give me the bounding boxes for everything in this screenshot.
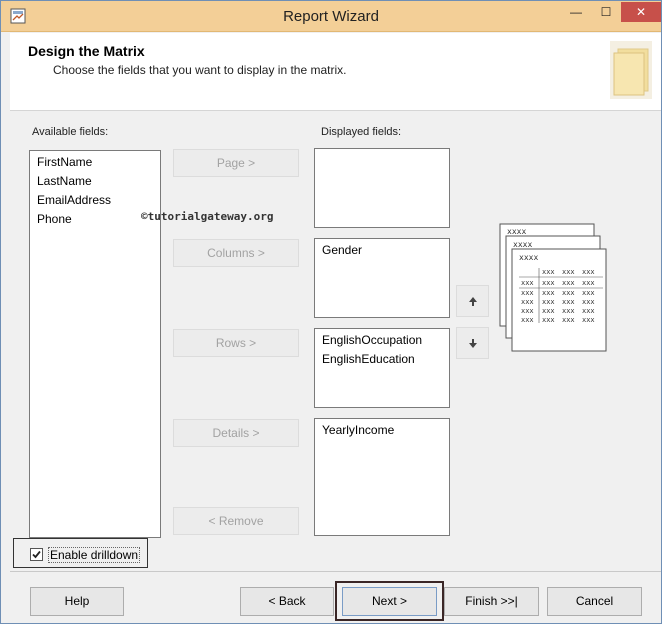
preview-grid-text: xxx <box>542 268 555 276</box>
remove-button[interactable]: < Remove <box>173 507 299 535</box>
available-fields-list[interactable]: FirstName LastName EmailAddress Phone <box>29 150 161 538</box>
enable-drilldown-checkbox[interactable] <box>30 548 43 561</box>
list-item[interactable]: EmailAddress <box>30 191 160 210</box>
preview-grid-text: xxx <box>521 279 534 287</box>
preview-grid-text: xxx <box>562 268 575 276</box>
preview-grid-text: xxx <box>521 298 534 306</box>
cancel-button[interactable]: Cancel <box>547 587 642 616</box>
page-fields-list[interactable] <box>314 148 450 228</box>
footer-divider <box>10 571 661 572</box>
title-bar[interactable]: Report Wizard — ☐ ✕ <box>1 1 661 32</box>
list-item[interactable]: EnglishOccupation <box>315 331 449 350</box>
preview-grid-text: xxx <box>562 307 575 315</box>
preview-grid-text: xxx <box>562 316 575 324</box>
list-item[interactable]: EnglishEducation <box>315 350 449 369</box>
preview-grid-text: xxx <box>521 307 534 315</box>
enable-drilldown-label[interactable]: Enable drilldown <box>48 547 141 563</box>
preview-grid-text: xxx <box>582 279 595 287</box>
drilldown-highlight-frame: Enable drilldown <box>13 538 148 568</box>
available-fields-label: Available fields: <box>32 126 109 138</box>
maximize-icon[interactable]: ☐ <box>591 5 621 27</box>
preview-grid-text: xxx <box>562 279 575 287</box>
preview-grid-text: xxx <box>542 289 555 297</box>
minimize-icon[interactable]: — <box>561 5 591 27</box>
preview-grid-text: xxx <box>542 316 555 324</box>
finish-button[interactable]: Finish >>| <box>444 587 539 616</box>
preview-grid-text: xxx <box>582 298 595 306</box>
preview-grid-text: xxx <box>542 279 555 287</box>
list-item[interactable]: YearlyIncome <box>315 421 449 440</box>
preview-grid-text: xxx <box>542 307 555 315</box>
arrow-down-icon <box>469 339 477 348</box>
arrow-up-icon <box>469 297 477 306</box>
matrix-preview-icon: xxxx xxxx xxxx xxx xxx xxxxxx xxx xxx xxxxxx x… <box>499 223 607 352</box>
preview-cell-text: xxxx <box>507 227 526 236</box>
preview-cell-text: xxxx <box>513 240 532 249</box>
page-title: Design the Matrix <box>28 43 145 59</box>
preview-grid-text: xxx <box>542 298 555 306</box>
wizard-header: Design the Matrix Choose the fields that… <box>10 33 661 111</box>
row-fields-list[interactable]: EnglishOccupation EnglishEducation <box>314 328 450 408</box>
list-item[interactable]: FirstName <box>30 153 160 172</box>
displayed-fields-label: Displayed fields: <box>321 126 402 138</box>
close-icon[interactable]: ✕ <box>621 2 661 22</box>
column-fields-list[interactable]: Gender <box>314 238 450 318</box>
checkmark-icon <box>32 550 41 559</box>
preview-grid-text: xxx <box>521 289 534 297</box>
list-item[interactable]: LastName <box>30 172 160 191</box>
preview-grid-text: xxx <box>582 316 595 324</box>
watermark: ©tutorialgateway.org <box>141 210 274 223</box>
move-up-button[interactable] <box>456 285 489 317</box>
list-item[interactable]: Gender <box>315 241 449 260</box>
preview-grid-text: xxx <box>582 289 595 297</box>
move-down-button[interactable] <box>456 327 489 359</box>
detail-fields-list[interactable]: YearlyIncome <box>314 418 450 536</box>
rows-button[interactable]: Rows > <box>173 329 299 357</box>
report-wizard-window: Report Wizard — ☐ ✕ Design the Matrix Ch… <box>0 0 662 624</box>
preview-grid-text: xxx <box>562 298 575 306</box>
back-button[interactable]: < Back <box>240 587 334 616</box>
help-button[interactable]: Help <box>30 587 124 616</box>
preview-grid-text: xxx <box>582 307 595 315</box>
page-subtitle: Choose the fields that you want to displ… <box>53 63 347 77</box>
preview-cell-text: xxxx <box>519 253 538 262</box>
details-button[interactable]: Details > <box>173 419 299 447</box>
preview-grid-text: xxx <box>562 289 575 297</box>
next-button[interactable]: Next > <box>342 587 437 616</box>
columns-button[interactable]: Columns > <box>173 239 299 267</box>
preview-grid-text: xxx <box>521 316 534 324</box>
page-button[interactable]: Page > <box>173 149 299 177</box>
preview-grid-text: xxx <box>582 268 595 276</box>
wizard-banner-icon <box>610 41 652 99</box>
